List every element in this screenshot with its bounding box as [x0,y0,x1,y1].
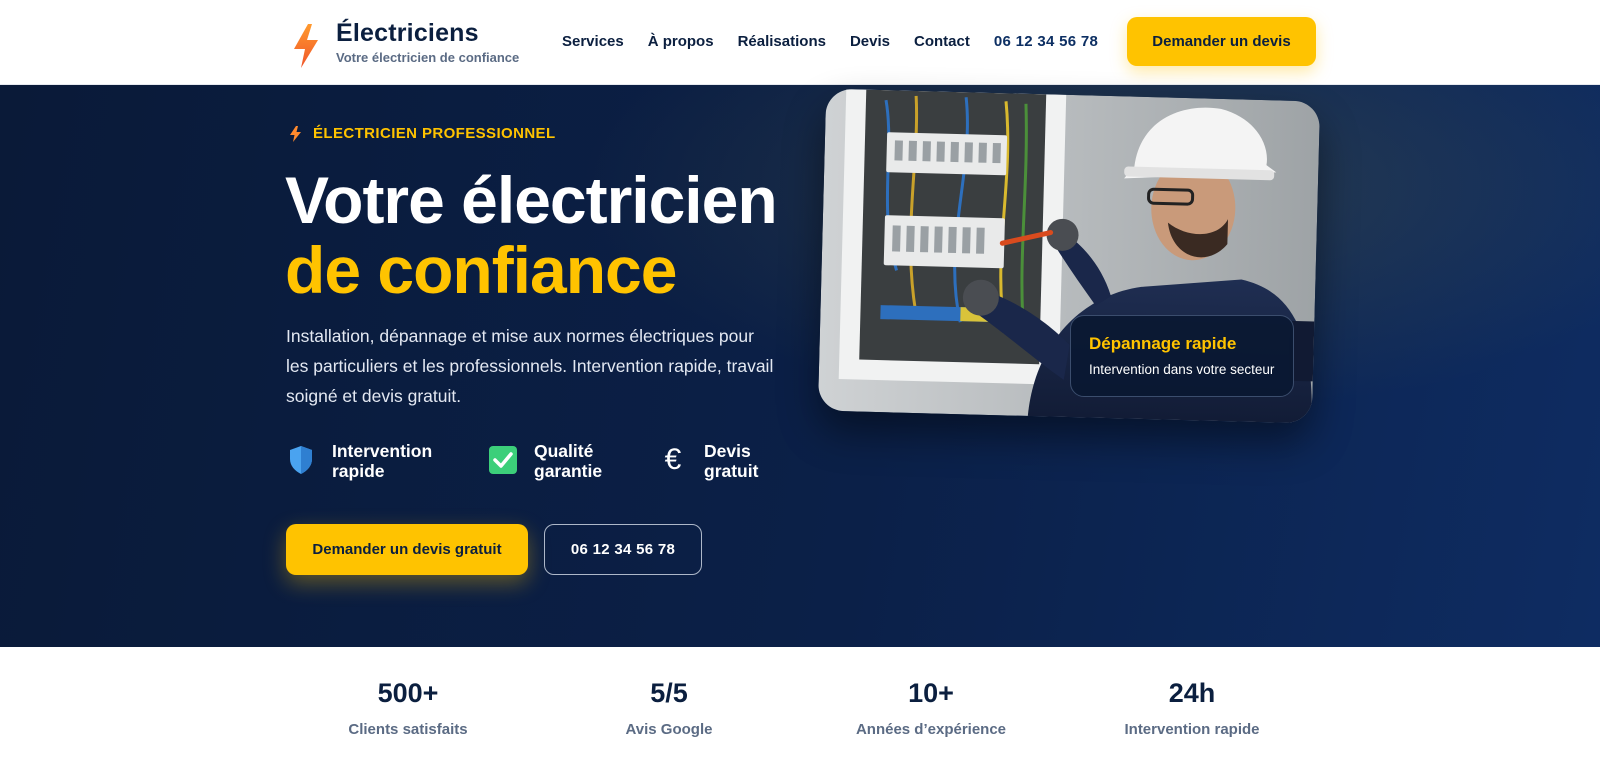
lightning-small-icon [290,125,301,142]
stat-item: 10+ Années d’expérience [811,677,1051,738]
card-subtitle: Intervention dans votre secteur [1089,362,1275,377]
stat-value: 24h [1168,678,1216,708]
feature-label: Qualité garantie [534,441,603,481]
header-quote-button[interactable]: Demander un devis [1127,17,1316,66]
hero-features: Intervention rapide Qualité garantie € D… [286,441,810,481]
nav-phone-link[interactable]: 06 12 34 56 78 [994,32,1098,52]
stats-section: 500+ Clients satisfaits 5/5 Avis Google … [0,647,1600,763]
euro-icon: € [664,443,682,476]
hero-eyebrow: ÉLECTRICIEN PROFESSIONNEL [290,125,556,142]
feature-label: Devis gratuit [704,441,759,481]
stat-item: 5/5 Avis Google [549,677,789,738]
nav-realisations[interactable]: Réalisations [738,32,826,52]
card-title: Dépannage rapide [1089,334,1237,353]
main-nav: Services À propos Réalisations Devis Con… [562,32,1098,52]
brand-name: Électriciens [336,19,479,47]
nav-devis[interactable]: Devis [850,32,890,52]
stat-value: 10+ [908,678,954,708]
hero-title-line2: de confiance [285,233,677,307]
request-free-quote-button[interactable]: Demander un devis gratuit [286,524,528,575]
hero-title-line1: Votre électricien [285,163,778,237]
feature-item: € Devis gratuit [658,441,774,481]
brand-logo[interactable]: Électriciens Votre électricien de confia… [292,18,519,68]
stat-label: Intervention rapide [1124,721,1260,738]
site-header: Électriciens Votre électricien de confia… [0,0,1600,85]
shield-icon [286,445,316,475]
lightning-bolt-icon [294,24,318,68]
feature-label: Intervention rapide [332,441,433,481]
brand-tagline: Votre électricien de confiance [336,50,520,65]
call-phone-button[interactable]: 06 12 34 56 78 [544,524,702,575]
nav-about[interactable]: À propos [648,32,714,52]
hero-title: Votre électricien de confiance [285,163,778,307]
hero-section: ÉLECTRICIEN PROFESSIONNEL Votre électric… [0,85,1600,647]
nav-services[interactable]: Services [562,32,624,52]
check-icon [488,445,518,475]
stat-item: 500+ Clients satisfaits [288,677,528,738]
nav-contact[interactable]: Contact [914,32,970,52]
stat-label: Années d’expérience [855,721,1007,738]
stat-item: 24h Intervention rapide [1072,677,1312,738]
feature-item: Intervention rapide [286,441,452,481]
stat-label: Clients satisfaits [348,721,468,738]
stat-value: 5/5 [650,678,688,708]
stat-value: 500+ [377,678,439,708]
feature-item: Qualité garantie [488,441,622,481]
stat-label: Avis Google [625,721,713,738]
rapid-repair-card: Dépannage rapide Intervention dans votre… [1070,315,1294,397]
hero-description: Installation, dépannage et mise aux norm… [286,326,774,406]
hero-eyebrow-text: ÉLECTRICIEN PROFESSIONNEL [313,125,556,142]
